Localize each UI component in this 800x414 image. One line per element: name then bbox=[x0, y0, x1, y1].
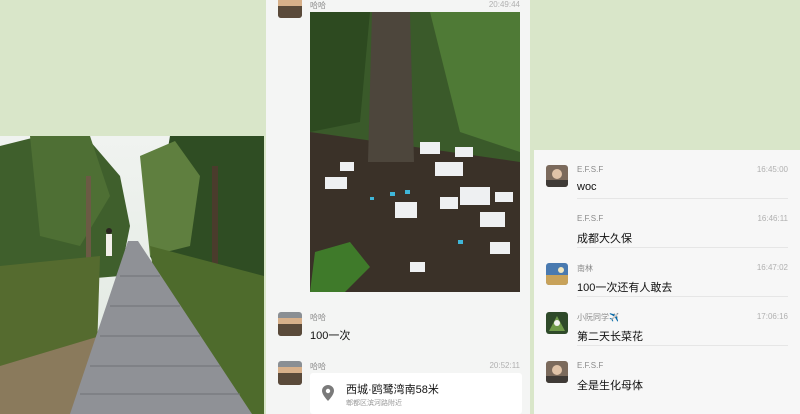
map-pin-icon bbox=[322, 385, 334, 406]
sender-name: E.F.S.F bbox=[577, 165, 604, 174]
avatar[interactable] bbox=[278, 0, 302, 18]
chat-message[interactable]: E.F.S.F 16:46:11 成都大久保 bbox=[534, 199, 800, 248]
message-time: 20:49:44 bbox=[488, 0, 520, 9]
location-address: 郫都区滨河路附近 bbox=[346, 400, 402, 407]
chat-message[interactable]: 小阮同学✈️ 17:06:16 第二天长菜花 bbox=[534, 297, 800, 346]
avatar[interactable] bbox=[546, 361, 568, 383]
location-name: 西城·鸥鹭湾南58米 bbox=[346, 384, 439, 396]
avatar[interactable] bbox=[546, 165, 568, 187]
sender-name: 哈哈 bbox=[310, 362, 326, 371]
message-text: 第二天长菜花 bbox=[577, 331, 643, 343]
message-text: 100一次 bbox=[310, 330, 351, 342]
chat-message[interactable]: 南林 16:47:02 100一次还有人敢去 bbox=[534, 248, 800, 297]
message-text: 100一次还有人敢去 bbox=[577, 282, 673, 294]
message-text: 全是生化母体 bbox=[577, 380, 643, 392]
message-text: woc bbox=[577, 181, 597, 193]
message-time: 20:52:11 bbox=[489, 361, 520, 370]
sender-name: E.F.S.F bbox=[577, 361, 604, 370]
sender-name: 哈哈 bbox=[310, 313, 326, 322]
avatar[interactable] bbox=[546, 263, 568, 285]
location-card[interactable]: 西城·鸥鹭湾南58米 郫都区滨河路附近 bbox=[310, 373, 522, 414]
chat-message[interactable]: E.F.S.F 全是生化母体 bbox=[534, 346, 800, 395]
sender-name: 小阮同学✈️ bbox=[577, 313, 619, 322]
trash-under-tree-photo[interactable] bbox=[310, 12, 520, 292]
chat-message[interactable]: E.F.S.F 16:45:00 woc bbox=[534, 150, 800, 199]
chat-panel-right[interactable]: E.F.S.F 16:45:00 woc E.F.S.F 16:46:11 成都… bbox=[534, 150, 800, 414]
message-time: 16:45:00 bbox=[756, 165, 788, 174]
park-path-photo bbox=[0, 136, 264, 414]
sender-name: 哈哈 bbox=[310, 1, 326, 10]
sender-name: 南林 bbox=[577, 264, 593, 273]
message-time: 16:46:11 bbox=[757, 214, 788, 223]
chat-panel-middle[interactable]: 哈哈 20:49:44 哈哈 100一次 哈哈 20:52:11 西城·鸥鹭湾南… bbox=[266, 0, 530, 414]
message-time: 17:06:16 bbox=[756, 312, 788, 321]
message-time: 16:47:02 bbox=[756, 263, 788, 272]
message-text: 成都大久保 bbox=[577, 233, 632, 245]
avatar[interactable] bbox=[546, 312, 568, 334]
avatar[interactable] bbox=[278, 361, 302, 385]
sender-name: E.F.S.F bbox=[577, 214, 604, 223]
avatar[interactable] bbox=[278, 312, 302, 336]
